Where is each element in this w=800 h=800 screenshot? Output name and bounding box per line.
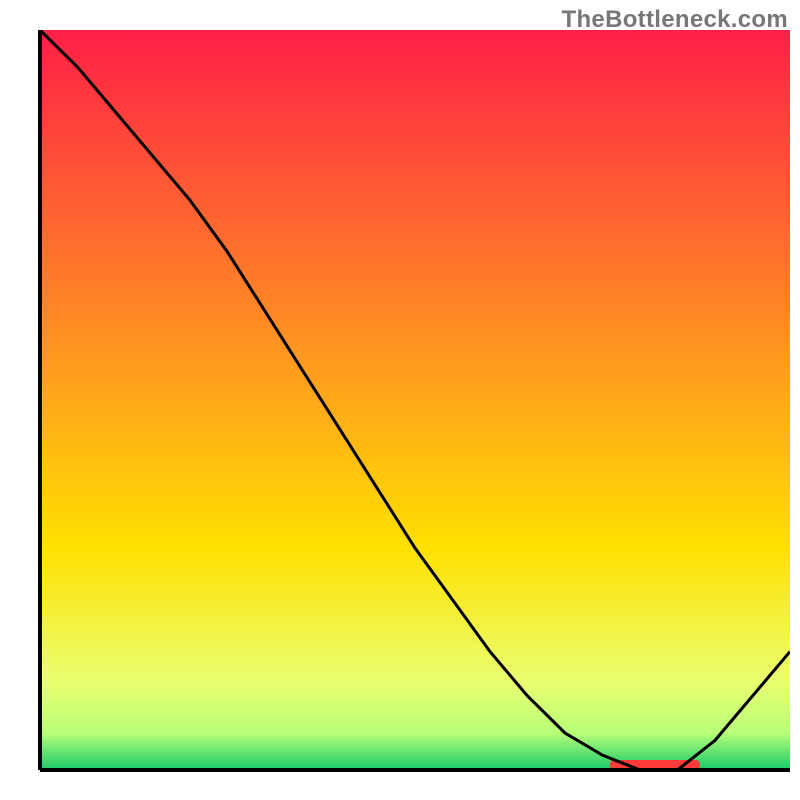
watermark-text: TheBottleneck.com <box>562 6 788 34</box>
chart-container: TheBottleneck.com <box>0 0 800 800</box>
gradient-background <box>40 30 790 770</box>
bottleneck-chart <box>0 0 800 800</box>
